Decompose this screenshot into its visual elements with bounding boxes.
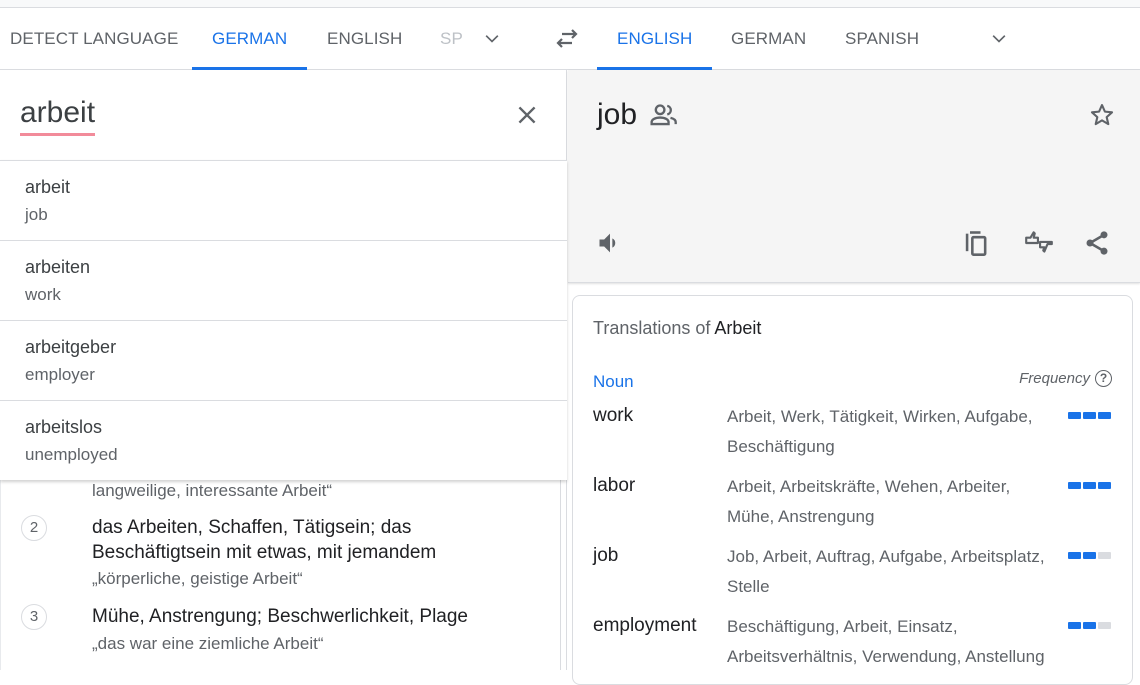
suggestion-translation: unemployed xyxy=(25,445,118,464)
frequency-segment-filled xyxy=(1068,552,1081,559)
target-panel: job xyxy=(568,70,1140,283)
definition-number: 2 xyxy=(21,515,47,541)
suggestion-translation: work xyxy=(25,285,61,304)
suggestion-translation: employer xyxy=(25,365,95,384)
translations-title-word: Arbeit xyxy=(714,318,762,338)
share-translation-icon[interactable] xyxy=(1083,229,1111,257)
suggestion-item[interactable]: arbeit job xyxy=(0,160,567,240)
frequency-segment-empty xyxy=(1098,552,1111,559)
frequency-header: Frequency ? xyxy=(1019,370,1112,387)
suggestions-dropdown: arbeit job arbeiten work arbeitgeber emp… xyxy=(0,160,567,480)
definition-example: „körperliche, geistige Arbeit“ xyxy=(92,569,303,588)
definition-text: das Arbeiten, Schaffen, Tätigsein; das B… xyxy=(92,517,437,563)
language-bar: Detect language German English SP Englis… xyxy=(0,9,1140,70)
back-translations[interactable]: Arbeit, Werk, Tätigkeit, Wirken, Aufgabe… xyxy=(727,402,1057,462)
translation-term[interactable]: employment xyxy=(593,612,697,640)
source-tab-spanish[interactable]: SP xyxy=(440,9,462,69)
rate-translation-thumbs-icon[interactable] xyxy=(1023,229,1055,257)
translation-term[interactable]: job xyxy=(593,542,618,570)
translation-term[interactable]: labor xyxy=(593,472,635,500)
clear-source-close-icon[interactable] xyxy=(514,102,540,128)
target-tab-spanish[interactable]: Spanish xyxy=(845,9,919,69)
definition-example: langweilige, interessante Arbeit“ xyxy=(92,481,333,500)
definitions-card: langweilige, interessante Arbeit“ 2 das … xyxy=(0,480,561,670)
suggestion-source: arbeiten xyxy=(25,257,91,277)
frequency-help-icon[interactable]: ? xyxy=(1095,370,1112,387)
source-text-input[interactable]: arbeit xyxy=(20,96,96,136)
suggestion-item[interactable]: arbeitgeber employer xyxy=(0,320,567,400)
frequency-segment-filled xyxy=(1083,622,1096,629)
frequency-segment-filled xyxy=(1083,412,1096,419)
part-of-speech-label: Noun xyxy=(593,372,634,391)
source-tab-german[interactable]: German xyxy=(191,9,308,70)
frequency-bar xyxy=(1068,622,1111,629)
community-verified-people-icon[interactable] xyxy=(648,102,680,128)
back-translations[interactable]: Arbeit, Arbeitskräfte, Wehen, Arbeiter, … xyxy=(727,472,1057,532)
frequency-segment-filled xyxy=(1098,412,1111,419)
target-tab-english[interactable]: English xyxy=(596,9,713,70)
browser-top-strip xyxy=(0,0,1140,8)
back-translations[interactable]: Job, Arbeit, Auftrag, Aufgabe, Arbeitspl… xyxy=(727,542,1057,602)
back-translations[interactable]: Beschäftigung, Arbeit, Einsatz, Arbeitsv… xyxy=(727,612,1057,672)
frequency-segment-filled xyxy=(1068,622,1081,629)
frequency-label: Frequency xyxy=(1019,370,1090,387)
source-more-languages-chevron-down-icon[interactable] xyxy=(482,29,502,49)
suggestion-source: arbeit xyxy=(25,177,71,197)
suggestion-translation: job xyxy=(25,205,48,224)
source-text[interactable]: arbeit xyxy=(20,96,96,136)
frequency-segment-filled xyxy=(1083,482,1096,489)
frequency-segment-filled xyxy=(1083,552,1096,559)
listen-speaker-icon[interactable] xyxy=(596,229,624,257)
translations-title: Translations of Arbeit xyxy=(593,318,761,339)
translations-card: Translations of Arbeit Noun Frequency ? … xyxy=(572,295,1133,685)
suggestion-source: arbeitslos xyxy=(25,417,103,437)
source-tab-english[interactable]: English xyxy=(327,9,402,69)
swap-languages-icon[interactable] xyxy=(554,28,580,50)
definition-text: Mühe, Anstrengung; Beschwerlichkeit, Pla… xyxy=(92,606,468,627)
save-translation-star-icon[interactable] xyxy=(1088,101,1116,129)
target-tab-german[interactable]: German xyxy=(731,9,806,69)
source-tab-detect-language[interactable]: Detect language xyxy=(10,9,178,69)
definition-number: 3 xyxy=(21,604,47,630)
frequency-segment-empty xyxy=(1098,622,1111,629)
definition-example: „das war eine ziemliche Arbeit“ xyxy=(92,634,324,653)
frequency-segment-filled xyxy=(1068,482,1081,489)
translations-title-prefix: Translations of xyxy=(593,318,715,338)
target-text: job xyxy=(597,98,638,131)
frequency-segment-filled xyxy=(1068,412,1081,419)
suggestion-source: arbeitgeber xyxy=(25,337,117,357)
frequency-bar xyxy=(1068,412,1111,419)
copy-translation-icon[interactable] xyxy=(963,229,991,257)
suggestion-item[interactable]: arbeitslos unemployed xyxy=(0,400,567,480)
frequency-bar xyxy=(1068,482,1111,489)
frequency-bar xyxy=(1068,552,1111,559)
translation-term[interactable]: work xyxy=(593,402,633,430)
frequency-segment-filled xyxy=(1098,482,1111,489)
suggestion-item[interactable]: arbeiten work xyxy=(0,240,567,320)
target-more-languages-chevron-down-icon[interactable] xyxy=(989,29,1009,49)
